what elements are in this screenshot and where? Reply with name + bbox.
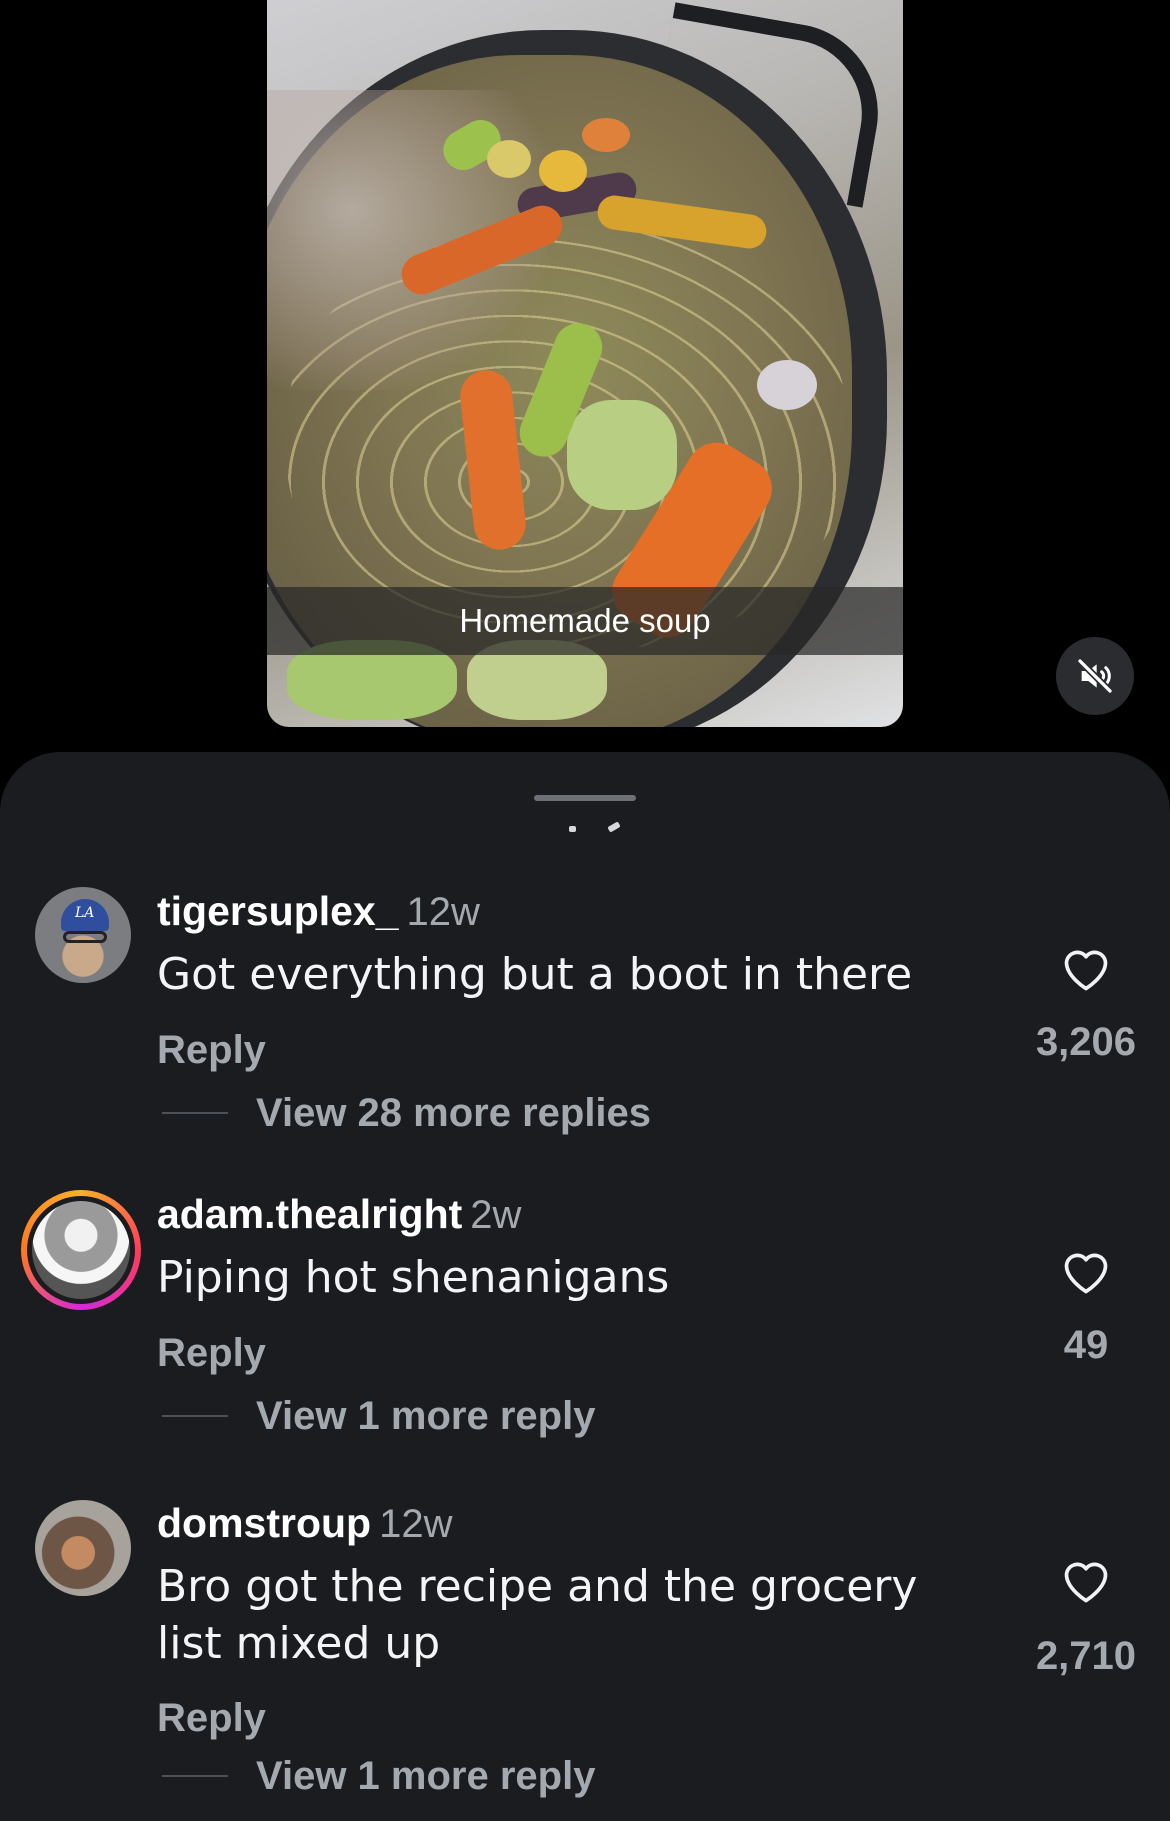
comment-text: Bro got the recipe and the grocery list … <box>157 1558 917 1672</box>
heart-icon[interactable] <box>1060 944 1112 992</box>
comment-text: Piping hot shenanigans <box>157 1252 670 1303</box>
reply-button[interactable]: Reply <box>157 1331 266 1376</box>
avatar-story-ring[interactable] <box>21 1190 141 1310</box>
reply-button[interactable]: Reply <box>157 1028 266 1073</box>
onion-image <box>757 360 817 410</box>
video-frame[interactable]: Homemade soup <box>267 0 903 727</box>
avatar[interactable] <box>35 887 131 983</box>
like-count[interactable]: 3,206 <box>1006 1020 1166 1065</box>
heart-icon[interactable] <box>1060 1247 1112 1295</box>
cabbage-image <box>567 400 677 510</box>
like-count[interactable]: 2,710 <box>1006 1634 1166 1679</box>
username-text[interactable]: domstroup <box>157 1500 371 1546</box>
video-caption-bar: Homemade soup <box>267 587 903 655</box>
comment-username[interactable]: tigersuplex_ 12w <box>157 888 480 935</box>
heart-icon[interactable] <box>1060 1556 1112 1604</box>
comments-sheet[interactable]: tigersuplex_12w Got everything but a boo… <box>0 752 1170 1821</box>
thread-line <box>162 1415 228 1417</box>
view-replies-button[interactable]: View 1 more reply <box>256 1754 595 1799</box>
speaker-muted-icon <box>1077 658 1113 694</box>
avatar-ring-gap <box>27 1196 135 1304</box>
potato-image <box>539 150 587 192</box>
avatar[interactable] <box>35 1500 131 1596</box>
avatar <box>32 1201 130 1299</box>
comment-text-line: list mixed up <box>157 1618 441 1669</box>
comment-time: 2w <box>470 1193 522 1237</box>
reply-button[interactable]: Reply <box>157 1696 266 1741</box>
video-caption: Homemade soup <box>459 602 711 639</box>
cap-image <box>61 899 109 931</box>
video-player[interactable]: Homemade soup <box>0 0 1170 760</box>
thread-line <box>162 1775 228 1777</box>
username-text[interactable]: adam.thealright <box>157 1191 462 1237</box>
comment-time: 12w <box>406 890 480 934</box>
thread-line <box>162 1112 228 1114</box>
potato-image <box>582 118 630 152</box>
username-text[interactable]: tigersuplex_ <box>157 888 399 934</box>
glasses-image <box>63 931 107 943</box>
comment-time: 12w <box>379 1502 453 1546</box>
potato-image <box>487 140 531 178</box>
view-replies-button[interactable]: View 1 more reply <box>256 1394 595 1439</box>
view-replies-button[interactable]: View 28 more replies <box>256 1091 651 1136</box>
mute-button[interactable] <box>1056 637 1134 715</box>
like-count[interactable]: 49 <box>1006 1323 1166 1368</box>
collapse-chevron-icon[interactable] <box>566 821 626 833</box>
comment-text-line: Bro got the recipe and the grocery <box>157 1561 918 1612</box>
comment-text: Got everything but a boot in there <box>157 949 913 1000</box>
comment-username[interactable]: domstroup 12w <box>157 1500 452 1547</box>
sheet-drag-handle[interactable] <box>534 795 636 801</box>
comment-username[interactable]: adam.thealright 2w <box>157 1191 521 1238</box>
